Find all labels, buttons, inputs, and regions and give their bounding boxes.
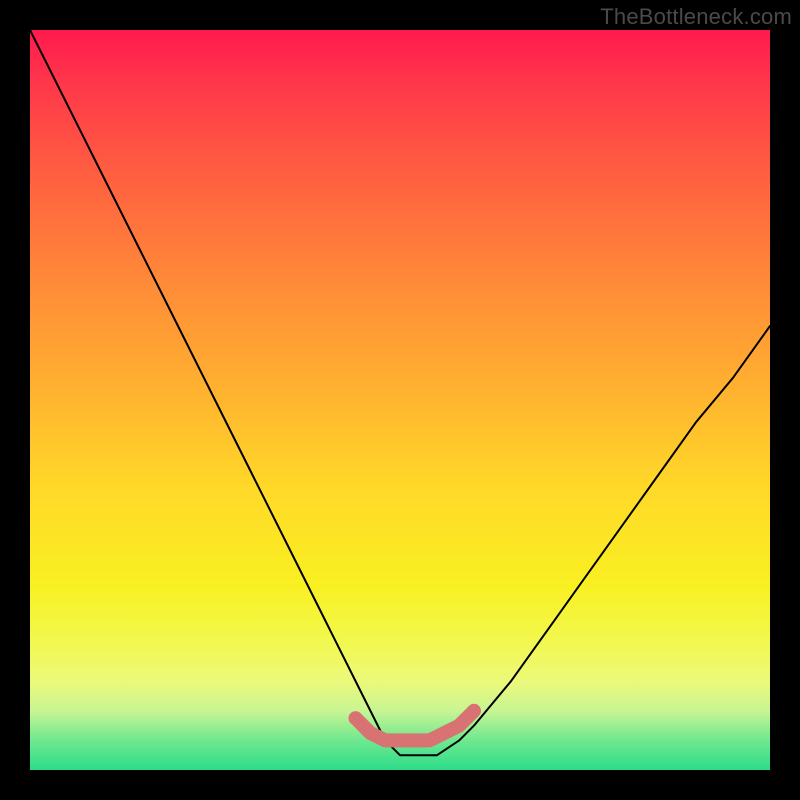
watermark-text: TheBottleneck.com	[600, 4, 792, 30]
gradient-plot-area	[30, 30, 770, 770]
trough-marker-dot	[349, 711, 363, 725]
chart-svg	[30, 30, 770, 770]
bottleneck-curve	[30, 30, 770, 755]
